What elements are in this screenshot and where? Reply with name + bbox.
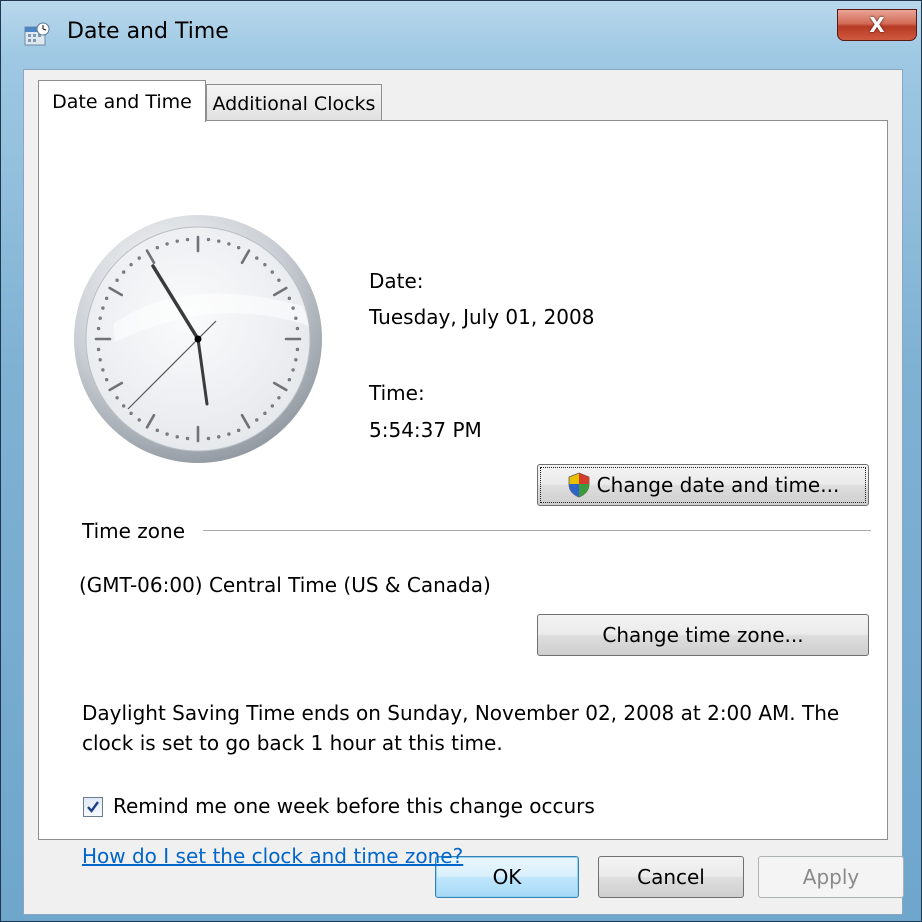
tab-panel: Date: Tuesday, July 01, 2008 Time: 5:54:… (38, 120, 888, 868)
clock-minute-dot (277, 396, 281, 400)
clock-minute-dot (217, 435, 221, 439)
clock-minute-dot (129, 262, 133, 267)
clock-minute-dot (165, 432, 169, 436)
clock-minute-dot (236, 245, 241, 250)
time-zone-divider (203, 530, 871, 531)
clock-minute-dot (104, 296, 109, 301)
clock-minute-dot (294, 358, 298, 362)
clock-minute-dot (217, 239, 221, 243)
date-time-dialog: Date and Time X Date and Time Additional… (0, 0, 922, 922)
clock-minute-dot (227, 242, 231, 246)
remind-checkbox-label[interactable]: Remind me one week before this change oc… (113, 794, 595, 818)
analog-clock-icon (74, 215, 322, 463)
change-time-zone-label: Change time zone... (602, 623, 804, 647)
change-date-time-label: Change date and time... (596, 473, 840, 497)
clock-minute-dot (115, 396, 119, 400)
clock-minute-dot (295, 326, 300, 331)
clock-minute-dot (175, 435, 179, 439)
change-time-zone-button[interactable]: Change time zone... (537, 614, 869, 656)
clock-minute-dot (263, 411, 267, 416)
clock-minute-dot (175, 239, 179, 243)
clock-minute-dot (227, 432, 231, 436)
clock-minute-dot (165, 242, 169, 246)
clock-minute-dot (206, 436, 211, 441)
clock-minute-dot (129, 411, 133, 416)
checkmark-icon (87, 801, 99, 813)
clock-minute-dot (294, 316, 298, 320)
change-date-time-button[interactable]: Change date and time... (537, 464, 869, 506)
time-value: 5:54:37 PM (369, 418, 482, 442)
clock-minute-dot (101, 306, 105, 310)
title-bar[interactable]: Date and Time X (1, 1, 921, 71)
clock-minute-dot (104, 377, 109, 382)
time-label: Time: (369, 381, 425, 405)
clock-minute-dot (96, 326, 101, 331)
date-label: Date: (369, 269, 424, 293)
clock-minute-dot (277, 278, 281, 282)
clock-minute-dot (137, 418, 141, 422)
close-icon: X (869, 13, 885, 37)
dst-notice-line-1: Daylight Saving Time ends on Sunday, Nov… (82, 701, 840, 725)
close-button[interactable]: X (837, 9, 917, 41)
dst-notice-line-2: clock is set to go back 1 hour at this t… (82, 731, 503, 755)
time-zone-heading: Time zone (82, 519, 186, 543)
clock-minute-dot (255, 256, 259, 260)
clock-minute-dot (287, 296, 292, 301)
clock-minute-dot (185, 237, 190, 242)
clock-minute-dot (291, 306, 295, 310)
apply-button[interactable]: Apply (758, 856, 904, 898)
dialog-client-area: Date and Time Additional Clocks Date: Tu… (23, 69, 904, 915)
clock-minute-dot (206, 237, 211, 242)
date-time-icon (24, 22, 50, 46)
clock-minute-dot (270, 270, 275, 274)
clock-minute-dot (255, 418, 259, 422)
date-value: Tuesday, July 01, 2008 (369, 305, 595, 329)
clock-minute-dot (291, 368, 295, 372)
clock-minute-dot (96, 347, 101, 352)
clock-minute-dot (263, 262, 267, 267)
clock-minute-dot (101, 368, 105, 372)
clock-minute-dot (98, 358, 102, 362)
clock-minute-dot (137, 256, 141, 260)
window-title: Date and Time (67, 19, 229, 44)
cancel-button[interactable]: Cancel (598, 856, 744, 898)
clock-minute-dot (121, 270, 126, 274)
clock-minute-dot (287, 377, 292, 382)
help-link[interactable]: How do I set the clock and time zone? (82, 844, 463, 868)
remind-checkbox[interactable] (83, 797, 103, 817)
time-zone-value: (GMT-06:00) Central Time (US & Canada) (79, 573, 491, 597)
clock-minute-dot (155, 245, 160, 250)
clock-minute-dot (98, 316, 102, 320)
clock-minute-dot (185, 436, 190, 441)
clock-minute-dot (270, 404, 275, 408)
clock-minute-dot (115, 278, 119, 282)
clock-minute-dot (236, 428, 241, 433)
tab-additional-clocks[interactable]: Additional Clocks (206, 84, 382, 122)
tab-date-and-time[interactable]: Date and Time (38, 80, 206, 122)
uac-shield-icon (568, 472, 590, 498)
clock-minute-dot (155, 428, 160, 433)
clock-minute-dot (295, 347, 300, 352)
clock-minute-dot (121, 404, 126, 408)
